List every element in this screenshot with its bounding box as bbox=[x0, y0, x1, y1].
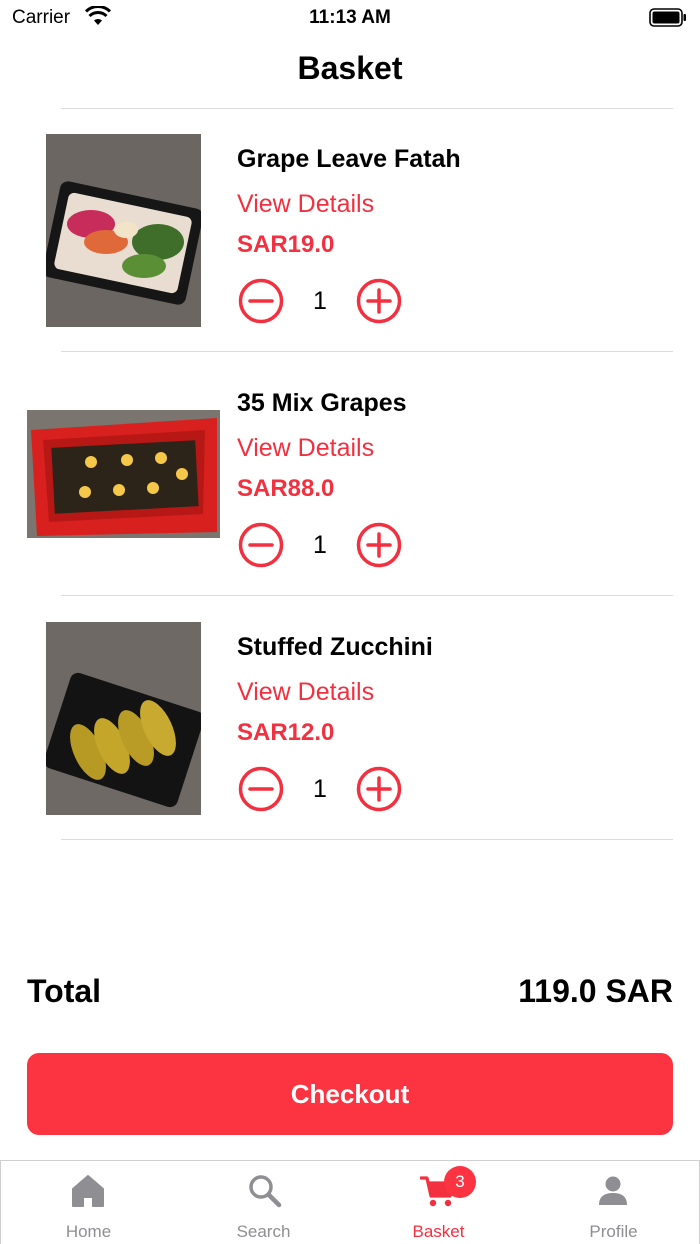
tab-profile[interactable]: Profile bbox=[526, 1161, 700, 1244]
item-price: SAR19.0 bbox=[237, 231, 335, 258]
item-name: 35 Mix Grapes bbox=[237, 389, 407, 417]
decrease-quantity-icon[interactable] bbox=[238, 278, 284, 324]
increase-quantity-icon[interactable] bbox=[356, 278, 402, 324]
mix-grapes-box-photo bbox=[27, 410, 220, 538]
tab-search[interactable]: Search bbox=[176, 1161, 351, 1244]
view-details-link[interactable]: View Details bbox=[237, 190, 374, 219]
tab-basket[interactable]: Basket bbox=[351, 1161, 526, 1244]
basket-item: Stuffed Zucchini View Details SAR12.0 1 bbox=[0, 596, 700, 840]
tab-home[interactable]: Home bbox=[1, 1161, 176, 1244]
view-details-link[interactable]: View Details bbox=[237, 678, 374, 707]
item-name: Stuffed Zucchini bbox=[237, 633, 433, 661]
item-price: SAR12.0 bbox=[237, 719, 335, 746]
quantity-value: 1 bbox=[313, 287, 327, 315]
page-title: Basket bbox=[297, 50, 403, 86]
basket-item: 35 Mix Grapes View Details SAR88.0 1 bbox=[0, 352, 700, 596]
decrease-quantity-icon[interactable] bbox=[238, 766, 284, 812]
tab-label: Profile bbox=[589, 1222, 638, 1241]
status-time: 11:13 AM bbox=[309, 7, 391, 28]
battery-icon bbox=[649, 8, 686, 27]
item-price: SAR88.0 bbox=[237, 475, 335, 502]
decrease-quantity-icon[interactable] bbox=[238, 522, 284, 568]
item-divider bbox=[61, 839, 673, 840]
increase-quantity-icon[interactable] bbox=[356, 522, 402, 568]
home-icon bbox=[72, 1175, 104, 1207]
profile-icon bbox=[599, 1176, 627, 1205]
basket-item: Grape Leave Fatah View Details SAR19.0 1 bbox=[0, 108, 700, 352]
grape-leave-fatah-photo bbox=[46, 134, 201, 327]
item-name: Grape Leave Fatah bbox=[237, 145, 461, 173]
status-bar: Carrier 11:13 AM bbox=[0, 0, 700, 40]
quantity-value: 1 bbox=[313, 531, 327, 559]
quantity-value: 1 bbox=[313, 775, 327, 803]
tab-label: Basket bbox=[412, 1222, 465, 1241]
stuffed-zucchini-photo bbox=[46, 622, 201, 815]
tab-label: Home bbox=[65, 1222, 112, 1241]
tab-label: Search bbox=[236, 1222, 291, 1241]
total-value: 119.0 SAR bbox=[518, 973, 673, 1009]
basket-count-badge: 3 bbox=[444, 1166, 476, 1198]
increase-quantity-icon[interactable] bbox=[356, 766, 402, 812]
tab-bar: Home Search Basket Profile bbox=[0, 1160, 700, 1244]
search-icon bbox=[249, 1175, 282, 1208]
checkout-button[interactable]: Checkout bbox=[27, 1053, 673, 1135]
total-label: Total bbox=[27, 973, 102, 1009]
view-details-link[interactable]: View Details bbox=[237, 434, 374, 463]
